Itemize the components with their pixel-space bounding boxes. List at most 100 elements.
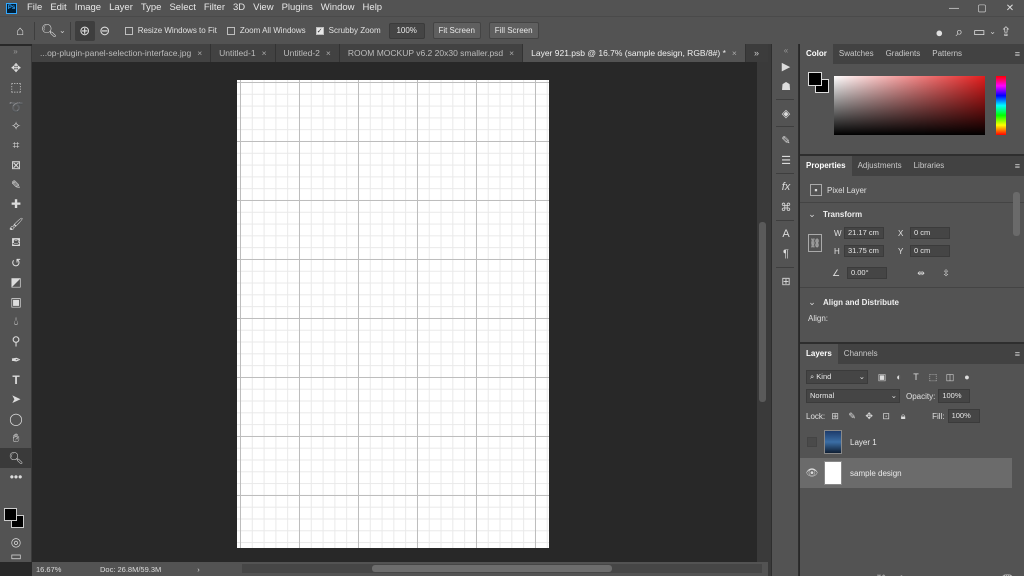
tab-channels[interactable]: Channels: [838, 344, 884, 364]
search-icon[interactable]: ⌕: [949, 22, 969, 42]
tab-document-2[interactable]: Untitled-1 ×: [211, 44, 276, 62]
tab-gradients[interactable]: Gradients: [880, 44, 927, 64]
chevron-down-icon[interactable]: ⌄: [806, 208, 818, 220]
scroll-thumb[interactable]: [372, 565, 612, 572]
width-field[interactable]: 21.17 cm: [844, 227, 884, 239]
character-icon[interactable]: A: [772, 224, 800, 244]
status-arrow-icon[interactable]: ›: [197, 565, 200, 574]
scrubby-zoom-checkbox[interactable]: ✓ Scrubby Zoom: [315, 26, 381, 35]
menu-select[interactable]: Select: [165, 0, 199, 16]
crop-tool-icon[interactable]: ⌗: [0, 136, 32, 156]
link-icon[interactable]: ⛓: [808, 234, 822, 252]
tabs-overflow-icon[interactable]: »: [754, 44, 768, 62]
zoom-tool-preset-icon[interactable]: 🔍︎: [39, 21, 59, 41]
checkbox-checked[interactable]: ✓: [315, 26, 324, 35]
dodge-tool-icon[interactable]: ⚲: [0, 331, 32, 351]
frame-tool-icon[interactable]: ⊠: [0, 156, 32, 176]
play-icon[interactable]: ▶: [772, 56, 800, 76]
clone-stamp-tool-icon[interactable]: ⛾: [0, 234, 32, 254]
ellipse-tool-icon[interactable]: ◯: [0, 409, 32, 429]
menu-file[interactable]: File: [23, 0, 46, 16]
opacity-field[interactable]: 100%: [938, 389, 971, 403]
close-icon[interactable]: ×: [262, 48, 267, 58]
eye-icon[interactable]: 👁︎: [800, 458, 824, 488]
close-icon[interactable]: ×: [509, 48, 514, 58]
actions-icon[interactable]: ☗: [772, 76, 800, 96]
blur-tool-icon[interactable]: 💧︎: [0, 312, 32, 332]
foreground-color-swatch[interactable]: [808, 72, 822, 86]
paragraph-icon[interactable]: ¶: [772, 244, 800, 264]
layers-stack-icon[interactable]: ◈: [772, 103, 800, 123]
blend-mode-select[interactable]: Normal ⌄: [806, 389, 900, 403]
angle-field[interactable]: 0.00°: [847, 267, 887, 279]
eraser-tool-icon[interactable]: ◩: [0, 273, 32, 293]
close-icon[interactable]: ×: [326, 48, 331, 58]
layer-row[interactable]: 👁︎ sample design: [800, 458, 1012, 488]
panel-menu-icon[interactable]: ≡: [1015, 49, 1020, 59]
checkbox-box[interactable]: [226, 26, 235, 35]
foreground-color-swatch[interactable]: [4, 508, 17, 521]
tab-adjustments[interactable]: Adjustments: [852, 156, 908, 176]
y-field[interactable]: 0 cm: [910, 245, 950, 257]
menu-view[interactable]: View: [249, 0, 277, 16]
lock-position-icon[interactable]: ✥: [863, 410, 875, 422]
lock-transparent-icon[interactable]: ⊞: [829, 410, 841, 422]
tab-swatches[interactable]: Swatches: [833, 44, 880, 64]
hue-slider[interactable]: [996, 76, 1006, 135]
move-tool-icon[interactable]: ✥: [0, 58, 32, 78]
resize-windows-checkbox[interactable]: Resize Windows to Fit: [124, 26, 217, 35]
collapse-icon[interactable]: «: [772, 44, 800, 56]
tab-properties[interactable]: Properties: [800, 156, 852, 176]
flip-vertical-icon[interactable]: ⇳: [940, 267, 952, 279]
screen-mode-icon[interactable]: ▭: [0, 549, 32, 563]
menu-filter[interactable]: Filter: [200, 0, 229, 16]
horizontal-scrollbar[interactable]: [242, 564, 762, 573]
filter-kind-select[interactable]: ⌕ Kind ⌄: [806, 370, 868, 384]
marquee-tool-icon[interactable]: ⬚: [0, 78, 32, 98]
close-icon[interactable]: ×: [732, 48, 737, 58]
vertical-scrollbar[interactable]: [757, 62, 768, 562]
menu-window[interactable]: Window: [317, 0, 359, 16]
hand-tool-icon[interactable]: ✋︎: [0, 429, 32, 449]
fill-screen-button[interactable]: Fill Screen: [488, 22, 539, 39]
height-field[interactable]: 31.75 cm: [844, 245, 884, 257]
minimize-button[interactable]: —: [940, 0, 968, 16]
magic-wand-tool-icon[interactable]: ✧: [0, 117, 32, 137]
menu-type[interactable]: Type: [137, 0, 166, 16]
healing-brush-tool-icon[interactable]: ✚: [0, 195, 32, 215]
workspace-icon[interactable]: ▭: [969, 22, 989, 42]
pen-tool-icon[interactable]: ✒: [0, 351, 32, 371]
zoom-level[interactable]: 16.67%: [36, 565, 86, 574]
brush-settings-icon[interactable]: ✎: [772, 130, 800, 150]
lock-all-icon[interactable]: 🔒︎: [897, 410, 909, 422]
tab-layers[interactable]: Layers: [800, 344, 838, 364]
zoom-percent-input[interactable]: 100%: [388, 22, 425, 39]
close-icon[interactable]: ×: [197, 48, 202, 58]
maximize-button[interactable]: ▢: [968, 0, 996, 16]
menu-edit[interactable]: Edit: [46, 0, 70, 16]
x-field[interactable]: 0 cm: [910, 227, 950, 239]
color-picker-field[interactable]: [834, 76, 985, 135]
flip-horizontal-icon[interactable]: ⇹: [915, 267, 927, 279]
checkbox-box[interactable]: [124, 26, 133, 35]
menu-image[interactable]: Image: [71, 0, 105, 16]
brush-tool-icon[interactable]: 🖌︎: [0, 214, 32, 234]
filter-toggle-icon[interactable]: ●: [961, 371, 973, 383]
scroll-thumb[interactable]: [759, 222, 766, 402]
panel-grip-icon[interactable]: »: [0, 46, 31, 58]
user-icon[interactable]: ●: [929, 22, 949, 42]
lasso-tool-icon[interactable]: ➰: [0, 97, 32, 117]
tab-document-3[interactable]: Untitled-2 ×: [275, 44, 340, 62]
filter-pixel-icon[interactable]: ▣: [876, 371, 888, 383]
menu-layer[interactable]: Layer: [105, 0, 137, 16]
tab-libraries[interactable]: Libraries: [908, 156, 951, 176]
zoom-tool-icon[interactable]: 🔍︎: [0, 448, 32, 468]
gradient-tool-icon[interactable]: ▣: [0, 292, 32, 312]
close-window-button[interactable]: ✕: [996, 0, 1024, 16]
menu-help[interactable]: Help: [359, 0, 387, 16]
visibility-off-icon[interactable]: [807, 437, 817, 447]
canvas-area[interactable]: [33, 62, 757, 562]
scroll-thumb[interactable]: [1013, 192, 1020, 236]
styles-icon[interactable]: fx: [772, 177, 800, 197]
share-icon[interactable]: ⇪: [996, 22, 1016, 42]
